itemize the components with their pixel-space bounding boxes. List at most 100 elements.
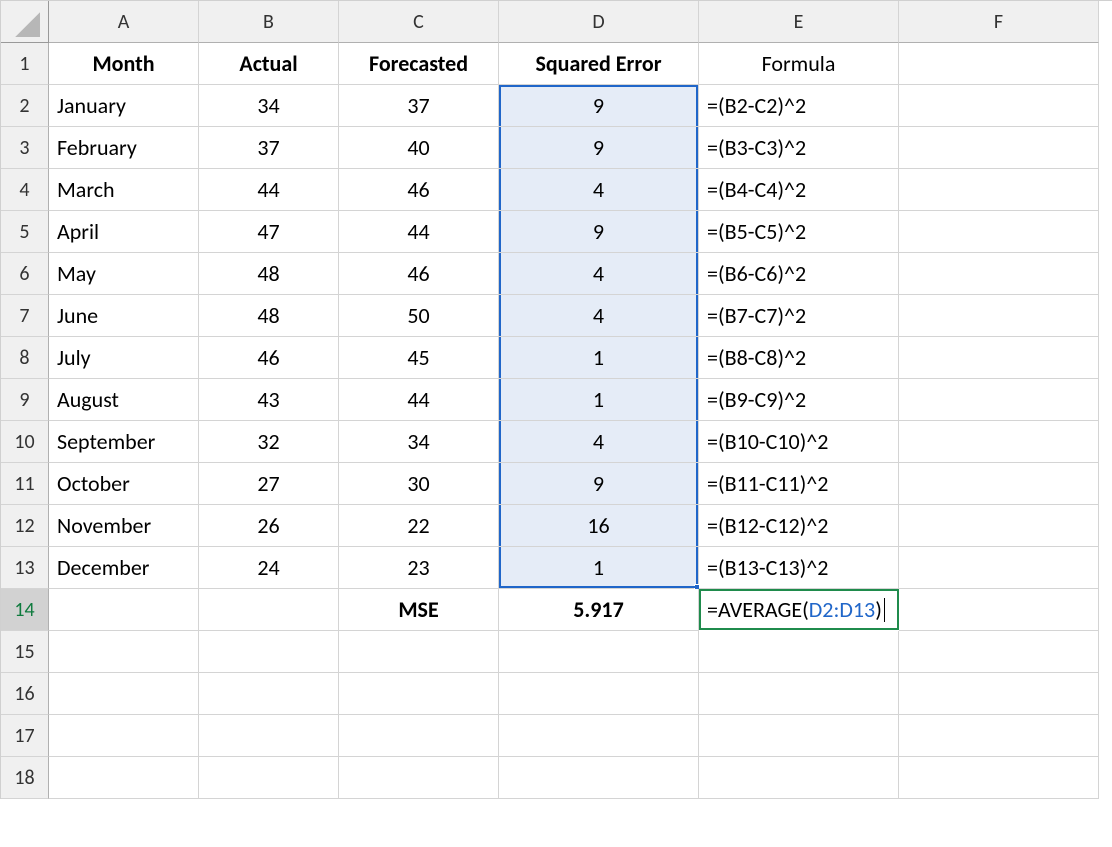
row-header-13[interactable]: 13 — [1, 547, 49, 589]
cell-C16[interactable] — [339, 673, 499, 715]
cell-A16[interactable] — [49, 673, 199, 715]
cell-F16[interactable] — [899, 673, 1099, 715]
cell-F4[interactable] — [899, 169, 1099, 211]
cell-F12[interactable] — [899, 505, 1099, 547]
cell-A17[interactable] — [49, 715, 199, 757]
cell-C18[interactable] — [339, 757, 499, 799]
cell-E13[interactable]: =(B13-C13)^2 — [699, 547, 899, 589]
cell-B8[interactable]: 46 — [199, 337, 339, 379]
cell-D11[interactable]: 9 — [499, 463, 699, 505]
cell-D1[interactable]: Squared Error — [499, 43, 699, 85]
cell-F3[interactable] — [899, 127, 1099, 169]
cell-D16[interactable] — [499, 673, 699, 715]
row-header-1[interactable]: 1 — [1, 43, 49, 85]
row-header-8[interactable]: 8 — [1, 337, 49, 379]
row-header-2[interactable]: 2 — [1, 85, 49, 127]
cell-F1[interactable] — [899, 43, 1099, 85]
cell-E5[interactable]: =(B5-C5)^2 — [699, 211, 899, 253]
cell-E16[interactable] — [699, 673, 899, 715]
row-header-5[interactable]: 5 — [1, 211, 49, 253]
cell-C13[interactable]: 23 — [339, 547, 499, 589]
cell-A11[interactable]: October — [49, 463, 199, 505]
column-header-B[interactable]: B — [199, 1, 339, 43]
cell-A2[interactable]: January — [49, 85, 199, 127]
cell-D18[interactable] — [499, 757, 699, 799]
cell-A5[interactable]: April — [49, 211, 199, 253]
cell-C8[interactable]: 45 — [339, 337, 499, 379]
cell-D7[interactable]: 4 — [499, 295, 699, 337]
cell-C17[interactable] — [339, 715, 499, 757]
cell-D8[interactable]: 1 — [499, 337, 699, 379]
select-all-button[interactable] — [1, 1, 49, 43]
row-header-11[interactable]: 11 — [1, 463, 49, 505]
cell-E1[interactable]: Formula — [699, 43, 899, 85]
column-header-E[interactable]: E — [699, 1, 899, 43]
row-header-4[interactable]: 4 — [1, 169, 49, 211]
cell-E12[interactable]: =(B12-C12)^2 — [699, 505, 899, 547]
cell-A18[interactable] — [49, 757, 199, 799]
cell-D14[interactable]: 5.917 — [499, 589, 699, 631]
cell-D12[interactable]: 16 — [499, 505, 699, 547]
cell-A8[interactable]: July — [49, 337, 199, 379]
cell-B7[interactable]: 48 — [199, 295, 339, 337]
cell-D5[interactable]: 9 — [499, 211, 699, 253]
cell-B15[interactable] — [199, 631, 339, 673]
cell-F13[interactable] — [899, 547, 1099, 589]
column-header-A[interactable]: A — [49, 1, 199, 43]
cell-F7[interactable] — [899, 295, 1099, 337]
cell-A14[interactable] — [49, 589, 199, 631]
cell-A13[interactable]: December — [49, 547, 199, 589]
cell-B17[interactable] — [199, 715, 339, 757]
cell-B9[interactable]: 43 — [199, 379, 339, 421]
cell-F2[interactable] — [899, 85, 1099, 127]
cell-D10[interactable]: 4 — [499, 421, 699, 463]
cell-F6[interactable] — [899, 253, 1099, 295]
cell-E10[interactable]: =(B10-C10)^2 — [699, 421, 899, 463]
cell-E2[interactable]: =(B2-C2)^2 — [699, 85, 899, 127]
cell-B11[interactable]: 27 — [199, 463, 339, 505]
cell-C6[interactable]: 46 — [339, 253, 499, 295]
cell-A9[interactable]: August — [49, 379, 199, 421]
cell-C10[interactable]: 34 — [339, 421, 499, 463]
cell-B10[interactable]: 32 — [199, 421, 339, 463]
cell-E8[interactable]: =(B8-C8)^2 — [699, 337, 899, 379]
row-header-3[interactable]: 3 — [1, 127, 49, 169]
cell-F5[interactable] — [899, 211, 1099, 253]
cell-E15[interactable] — [699, 631, 899, 673]
cell-C7[interactable]: 50 — [339, 295, 499, 337]
cell-B4[interactable]: 44 — [199, 169, 339, 211]
row-header-6[interactable]: 6 — [1, 253, 49, 295]
cell-E9[interactable]: =(B9-C9)^2 — [699, 379, 899, 421]
row-header-17[interactable]: 17 — [1, 715, 49, 757]
cell-D9[interactable]: 1 — [499, 379, 699, 421]
cell-D3[interactable]: 9 — [499, 127, 699, 169]
cell-B16[interactable] — [199, 673, 339, 715]
row-header-10[interactable]: 10 — [1, 421, 49, 463]
column-header-C[interactable]: C — [339, 1, 499, 43]
spreadsheet-grid[interactable]: ABCDEF1MonthActualForecastedSquared Erro… — [0, 0, 1112, 799]
cell-C5[interactable]: 44 — [339, 211, 499, 253]
cell-C4[interactable]: 46 — [339, 169, 499, 211]
cell-B3[interactable]: 37 — [199, 127, 339, 169]
cell-A7[interactable]: June — [49, 295, 199, 337]
row-header-18[interactable]: 18 — [1, 757, 49, 799]
row-header-12[interactable]: 12 — [1, 505, 49, 547]
formula-edit-cell[interactable]: =AVERAGE(D2:D13) — [699, 589, 899, 630]
row-header-16[interactable]: 16 — [1, 673, 49, 715]
cell-F17[interactable] — [899, 715, 1099, 757]
row-header-14[interactable]: 14 — [1, 589, 49, 631]
cell-B1[interactable]: Actual — [199, 43, 339, 85]
cell-D6[interactable]: 4 — [499, 253, 699, 295]
cell-F18[interactable] — [899, 757, 1099, 799]
row-header-15[interactable]: 15 — [1, 631, 49, 673]
cell-C14[interactable]: MSE — [339, 589, 499, 631]
cell-E17[interactable] — [699, 715, 899, 757]
cell-D2[interactable]: 9 — [499, 85, 699, 127]
cell-B12[interactable]: 26 — [199, 505, 339, 547]
cell-A12[interactable]: November — [49, 505, 199, 547]
cell-C15[interactable] — [339, 631, 499, 673]
cell-A3[interactable]: February — [49, 127, 199, 169]
cell-B6[interactable]: 48 — [199, 253, 339, 295]
row-header-9[interactable]: 9 — [1, 379, 49, 421]
cell-F8[interactable] — [899, 337, 1099, 379]
